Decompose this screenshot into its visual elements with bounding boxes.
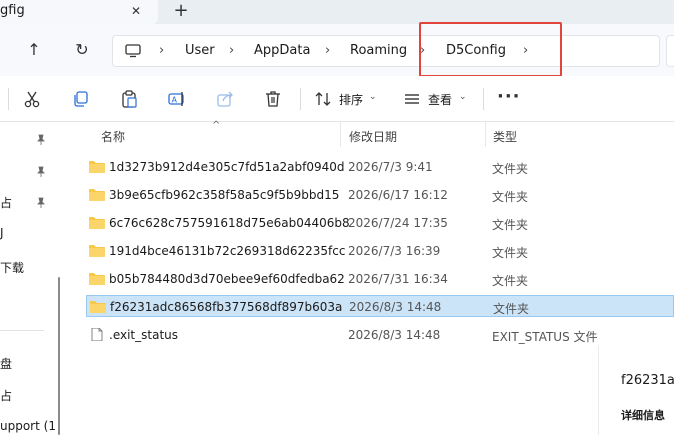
tab-d5config[interactable]: gfig ✕ [0,0,158,24]
toolbar-divider [483,88,484,110]
details-title: f26231a [621,373,674,388]
column-divider[interactable] [485,122,486,147]
file-name: 3b9e65cfb962c358f58a5c9f5b9bbd15 [109,188,340,202]
file-row[interactable]: .exit_status 2026/8/3 14:48 EXIT_STATUS … [86,324,674,346]
details-subtitle: 详细信息 [621,409,665,422]
file-name: 1d3273b912d4e305c7fd51a2abf0940d [109,160,345,174]
chevron-down-icon[interactable]: ⌄ [459,92,467,102]
delete-icon[interactable] [263,89,283,109]
folder-icon [89,217,105,229]
computer-icon[interactable] [125,44,141,58]
nav-item[interactable]: 占 [0,387,12,404]
cut-icon[interactable] [22,89,42,109]
sort-ascending-icon: ^ [212,120,221,131]
file-name: 191d4bce46131b72c269318d62235fcc [109,244,346,258]
nav-item[interactable]: J [0,226,4,240]
chevron-down-icon[interactable]: ⌄ [369,92,377,102]
file-type: 文件夹 [492,190,529,204]
tab-bar: gfig ✕ + [0,0,674,24]
nav-scrollbar[interactable] [58,277,60,435]
new-tab-button[interactable]: + [170,1,192,21]
file-type: 文件夹 [492,274,529,288]
navigation-pane: 占 J 下载 盘 占 upport (1 [0,122,66,435]
breadcrumb-appdata[interactable]: AppData [254,43,310,58]
nav-divider [0,330,44,331]
command-toolbar: A 排序 ⌄ 查看 ⌄ ··· [0,76,674,122]
share-icon[interactable] [215,89,235,109]
up-arrow-icon[interactable]: ↑ [24,40,44,60]
file-date: 2026/7/3 9:41 [348,160,433,174]
folder-icon [89,273,105,285]
file-date: 2026/8/3 14:48 [348,328,441,342]
nav-item-downloads[interactable]: 下载 [0,259,24,276]
nav-item[interactable]: 占 [0,194,12,211]
file-name: .exit_status [109,328,178,342]
file-name: f26231adc86568fb377568df897b603a [110,300,343,314]
paste-icon[interactable] [119,89,139,109]
nav-item-drive[interactable]: 盘 [0,355,12,372]
file-row-selected[interactable]: f26231adc86568fb377568df897b603a 2026/8/… [86,295,674,317]
annotation-highlight-box [419,22,562,77]
file-type: EXIT_STATUS 文件 [492,330,598,344]
file-row[interactable]: 191d4bce46131b72c269318d62235fcc 2026/7/… [86,240,674,262]
file-date: 2026/8/3 14:48 [349,300,442,314]
column-header-type[interactable]: 类型 [493,128,517,145]
toolbar-divider [300,88,301,110]
breadcrumb-user[interactable]: User [185,43,215,58]
more-options-button[interactable]: ··· [497,86,521,107]
tab-title: gfig [0,3,25,18]
column-divider[interactable] [340,122,341,147]
sort-icon[interactable] [313,89,333,109]
file-date: 2026/7/31 16:34 [348,272,448,286]
file-name: 6c76c628c757591618d75e6ab04406b8 [109,216,350,230]
sort-button[interactable]: 排序 [339,91,363,108]
rename-icon[interactable]: A [167,89,187,109]
svg-text:A: A [172,96,178,105]
pin-icon[interactable] [35,134,47,146]
file-type: 文件夹 [492,218,529,232]
file-list: ^ 名称 修改日期 类型 1d3273b912d4e305c7fd51a2abf… [66,120,674,435]
close-icon[interactable]: ✕ [128,3,144,19]
column-header-name[interactable]: 名称 [101,128,125,145]
column-header-date[interactable]: 修改日期 [349,128,397,145]
nav-item-support[interactable]: upport (1 [0,419,56,433]
address-row: ↑ ↻ › User › AppData › Roaming › D5Confi… [0,24,674,76]
file-row[interactable]: 1d3273b912d4e305c7fd51a2abf0940d 2026/7/… [86,156,674,178]
file-name: b05b784480d3d70ebee9ef60dfedba62 [109,272,345,286]
file-row[interactable]: b05b784480d3d70ebee9ef60dfedba62 2026/7/… [86,268,674,290]
breadcrumb-separator[interactable]: › [325,43,330,58]
pin-icon[interactable] [35,197,47,209]
breadcrumb-separator[interactable]: › [229,43,234,58]
address-bar[interactable]: › User › AppData › Roaming › D5Config › [112,35,660,67]
file-date: 2026/7/3 16:39 [348,244,441,258]
refresh-icon[interactable]: ↻ [72,40,92,60]
folder-icon [89,161,105,173]
file-type: 文件夹 [492,246,529,260]
folder-icon [89,189,105,201]
file-date: 2026/7/24 17:35 [348,216,448,230]
details-pane: f26231a 详细信息 [598,345,674,435]
search-box[interactable] [666,35,674,67]
pin-icon[interactable] [35,166,47,178]
view-icon[interactable] [402,89,422,109]
toolbar-divider [8,88,9,110]
breadcrumb-roaming[interactable]: Roaming [350,43,407,58]
file-type: 文件夹 [493,302,530,316]
view-button[interactable]: 查看 [428,91,452,108]
folder-icon [89,245,105,257]
folder-icon [90,301,106,313]
file-type: 文件夹 [492,162,529,176]
file-row[interactable]: 3b9e65cfb962c358f58a5c9f5b9bbd15 2026/6/… [86,184,674,206]
breadcrumb-separator[interactable]: › [159,43,164,58]
file-icon [91,328,103,341]
file-date: 2026/6/17 16:12 [348,188,448,202]
file-row[interactable]: 6c76c628c757591618d75e6ab04406b8 2026/7/… [86,212,674,234]
copy-icon[interactable] [71,89,91,109]
